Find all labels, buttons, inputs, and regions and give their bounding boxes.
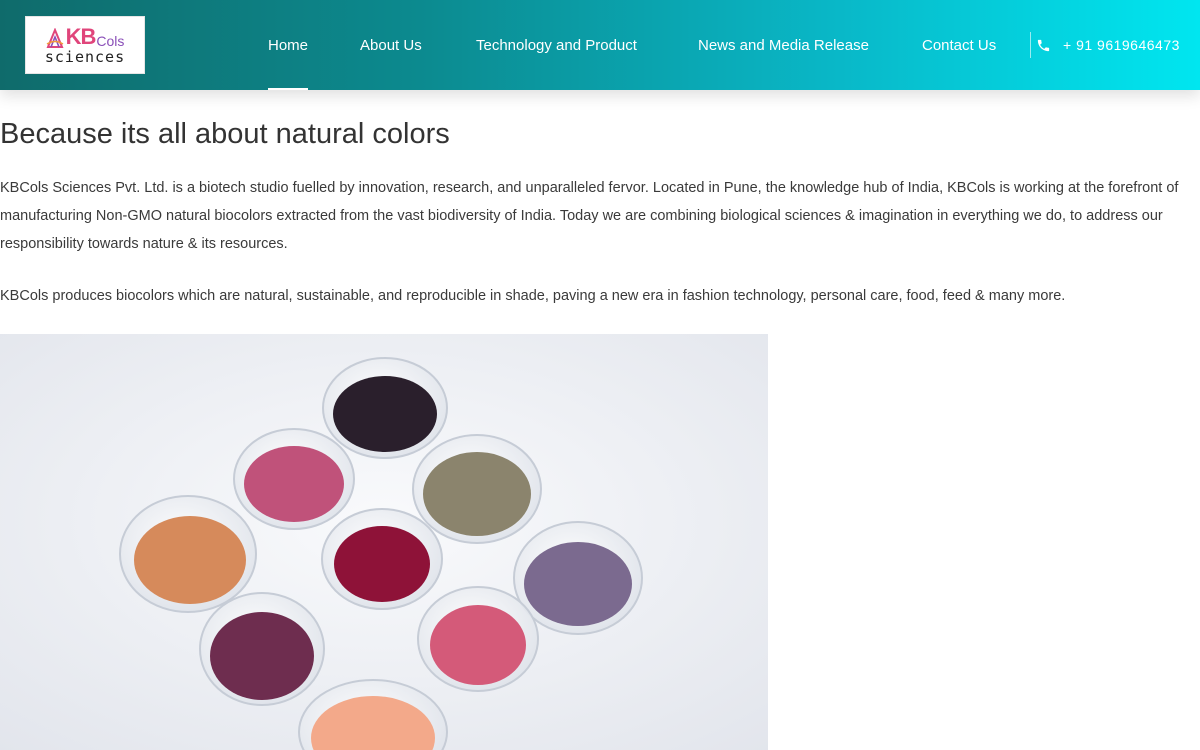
logo-secondary-text: Cols	[96, 32, 125, 49]
phone-icon	[1037, 39, 1050, 51]
dish-plum	[199, 592, 325, 706]
page-heading: Because its all about natural colors	[0, 118, 450, 150]
dish-orange	[119, 495, 257, 613]
nav-home[interactable]: Home	[268, 0, 309, 90]
site-header: KB Cols sciences Home About Us Technolog…	[0, 0, 1200, 90]
nav-about-us[interactable]: About Us	[360, 0, 422, 90]
nav-news-and-media-release[interactable]: News and Media Release	[698, 0, 869, 90]
logo-mark-icon	[46, 27, 64, 48]
phone-number: + 91 9619646473	[1063, 37, 1180, 53]
biocolor-powders-photo	[0, 334, 768, 750]
nav-contact-us[interactable]: Contact Us	[922, 0, 996, 90]
phone-link[interactable]: + 91 9619646473	[1036, 0, 1180, 90]
product-paragraph: KBCols produces biocolors which are natu…	[0, 288, 1066, 304]
nav-technology-and-product[interactable]: Technology and Product	[476, 0, 637, 90]
logo-primary-text: KB	[65, 23, 97, 49]
powder-dishes-illustration	[0, 334, 768, 750]
dish-pink	[233, 428, 355, 530]
dish-crimson	[321, 508, 443, 610]
nav-divider	[1030, 32, 1031, 58]
dish-khaki	[412, 434, 542, 544]
logo-tagline: sciences	[44, 47, 126, 66]
dish-rose	[417, 586, 539, 692]
dish-black	[322, 357, 448, 459]
logo-wordmark: KB Cols	[46, 23, 125, 49]
brand-logo[interactable]: KB Cols sciences	[25, 16, 145, 74]
intro-paragraph: KBCols Sciences Pvt. Ltd. is a biotech s…	[0, 180, 1179, 252]
